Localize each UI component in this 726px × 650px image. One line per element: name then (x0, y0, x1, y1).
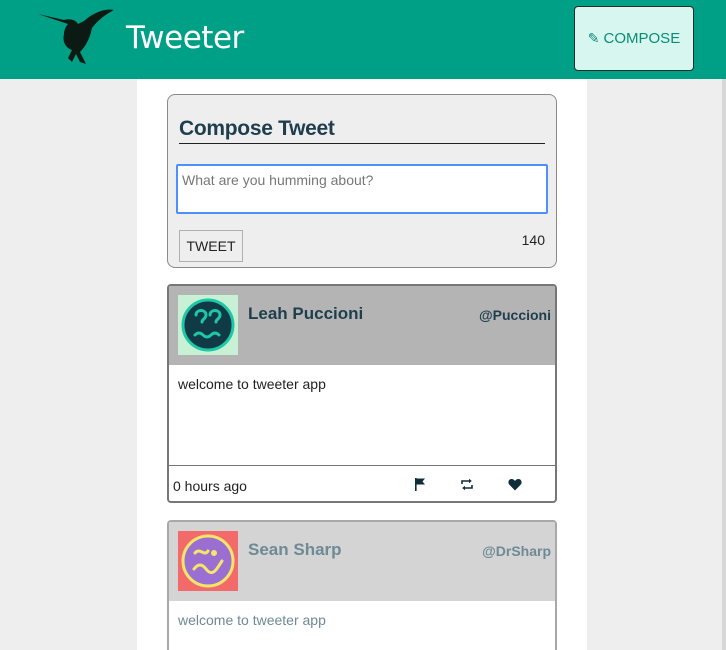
compose-heading: Compose Tweet (179, 117, 545, 144)
tweet-card: Sean Sharp @DrSharp welcome to tweeter a… (167, 520, 557, 650)
compose-label: COMPOSE (603, 30, 681, 47)
retweet-icon[interactable] (459, 476, 475, 492)
tweet-footer: 0 hours ago (169, 465, 555, 501)
avatar (178, 295, 238, 355)
avatar (178, 531, 238, 591)
user-handle: @DrSharp (482, 543, 551, 559)
heart-icon[interactable] (507, 476, 523, 492)
pencil-icon: ✎ (587, 30, 600, 46)
compose-tweet-panel: Compose Tweet TWEET 140 (167, 94, 557, 268)
tweet-header: Leah Puccioni @Puccioni (169, 286, 555, 365)
user-name: Sean Sharp (248, 540, 342, 559)
tweet-text: welcome to tweeter app (178, 612, 326, 628)
tweet-text: welcome to tweeter app (178, 376, 326, 392)
brand-title: Tweeter (126, 20, 244, 56)
tweet-submit-button[interactable]: TWEET (179, 230, 243, 262)
flag-icon[interactable] (412, 476, 428, 492)
compose-button[interactable]: ✎ COMPOSE (574, 6, 694, 71)
tweet-card: Leah Puccioni @Puccioni welcome to tweet… (167, 284, 557, 503)
page-edge (722, 79, 726, 650)
tweet-input[interactable] (176, 164, 548, 214)
char-counter: 140 (521, 232, 545, 248)
user-name: Leah Puccioni (248, 304, 364, 323)
main-container: Compose Tweet TWEET 140 Leah Puccioni @P… (137, 79, 587, 650)
tweet-header: Sean Sharp @DrSharp (169, 522, 555, 601)
user-handle: @Puccioni (479, 307, 551, 323)
navbar: Tweeter ✎ COMPOSE (0, 0, 726, 79)
hummingbird-icon (38, 9, 114, 65)
tweet-timestamp: 0 hours ago (173, 478, 247, 494)
